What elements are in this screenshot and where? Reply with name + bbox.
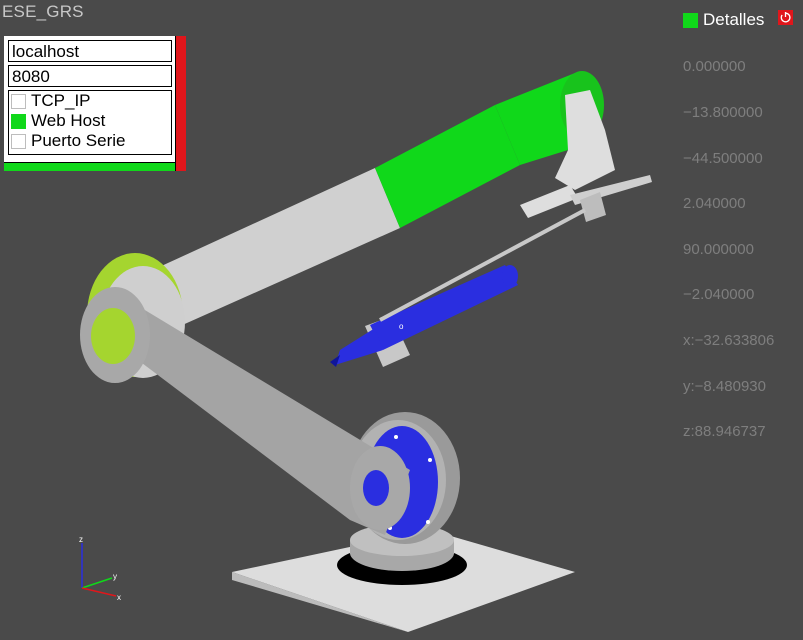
puerto-serie-checkbox[interactable] [11,133,26,149]
coord-y: y:−8.480930 [683,377,766,395]
coord-z: z:88.946737 [683,423,766,441]
axis-y-label: y [113,572,117,581]
detail-value: 90.000000 [683,240,754,258]
option-web-host[interactable]: Web Host [9,111,171,131]
upper-arm-green-segment [375,105,520,228]
connection-panel: localhost 8080 TCP_IP Web Host Puerto Se… [4,36,186,171]
pen [370,265,518,350]
option-label: TCP_IP [31,91,91,110]
web-host-checkbox[interactable] [11,113,26,129]
panel-status-bar-red[interactable] [175,36,186,171]
panel-status-bar-green[interactable] [4,162,175,171]
svg-text:o: o [399,322,404,331]
detail-value: −13.800000 [683,104,763,122]
host-input[interactable]: localhost [8,40,172,62]
close-icon[interactable] [778,10,793,25]
detail-value: 2.040000 [683,195,746,213]
app-title: ESE_GRS [2,2,84,21]
detail-value: −2.040000 [683,286,755,304]
option-tcp-ip[interactable]: TCP_IP [9,91,171,111]
connection-type-options: TCP_IP Web Host Puerto Serie [8,90,172,155]
port-input[interactable]: 8080 [8,65,172,87]
axis-x-label: x [117,593,121,602]
details-checkbox[interactable] [683,12,698,28]
tcp-ip-checkbox[interactable] [11,93,26,109]
details-values: 0.000000 −13.800000 −44.500000 2.040000 … [683,29,774,455]
option-puerto-serie[interactable]: Puerto Serie [9,131,171,151]
option-label: Puerto Serie [31,131,126,150]
details-label: Detalles [703,10,765,29]
axis-z-label: z [79,535,83,544]
coord-x: x:−32.633806 [683,332,775,350]
detail-value: −44.500000 [683,149,763,167]
details-toggle[interactable]: Detalles [683,10,764,30]
option-label: Web Host [31,111,106,130]
detail-value: 0.000000 [683,58,746,76]
